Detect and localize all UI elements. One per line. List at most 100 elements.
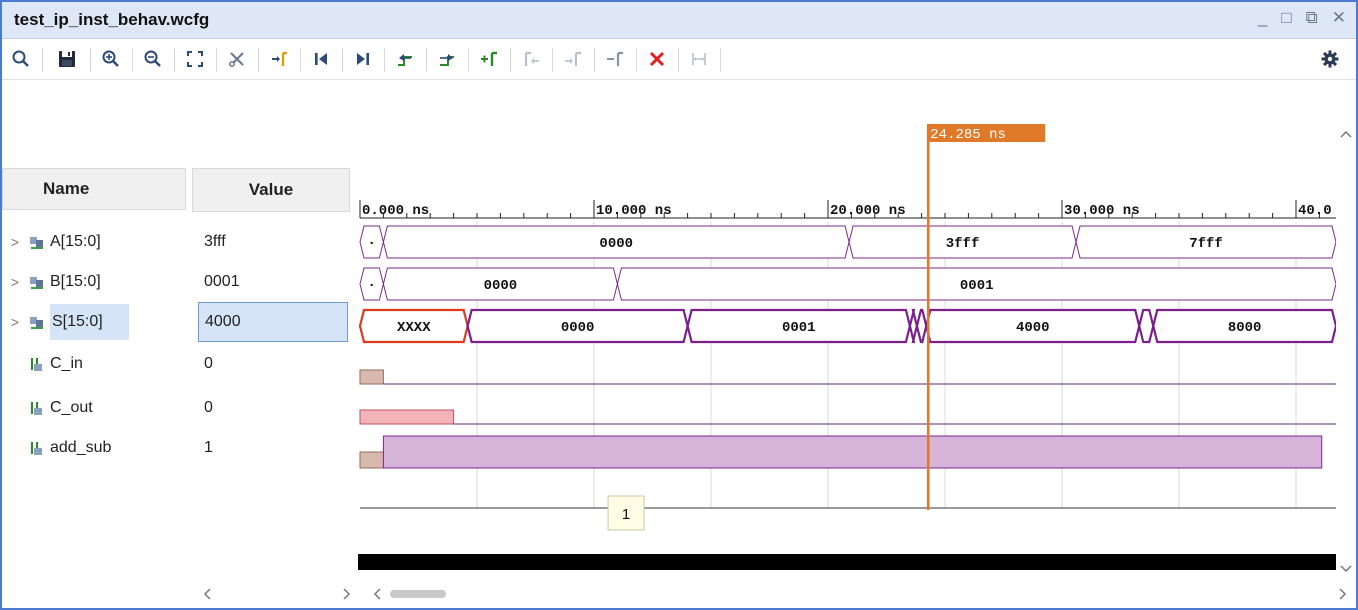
chevron-right-icon[interactable]: > (2, 234, 28, 250)
add-sub-high-region (382, 435, 1323, 469)
ruler-tick-label: 10.000 ns (596, 203, 672, 219)
bus-signal-icon (28, 234, 46, 250)
names-scroll-right-icon[interactable] (343, 588, 351, 600)
bus-value-label: 3fff (946, 236, 980, 252)
signal-name-cell[interactable]: > A[15:0] (2, 222, 188, 262)
save-icon[interactable] (54, 39, 80, 79)
signal-value-cell: 1 (204, 439, 213, 456)
ruler-tick-label: 40.0 (1298, 203, 1332, 219)
delete-all-icon[interactable] (644, 39, 670, 79)
go-to-end-icon[interactable] (350, 39, 376, 79)
signal-value-cell: 0001 (204, 273, 240, 290)
add-sub-initial-region (359, 451, 384, 469)
swap-cursors-icon[interactable] (686, 39, 712, 79)
next-marker-icon[interactable] (560, 39, 586, 79)
bus-value-label: 0001 (782, 320, 816, 336)
zoom-out-icon[interactable] (140, 39, 166, 79)
search-icon[interactable] (8, 39, 34, 79)
cut-marker-icon[interactable] (224, 39, 250, 79)
signal-name-label: S[15:0] (50, 304, 129, 340)
signal-name-cell[interactable]: C_out (2, 388, 188, 428)
waveform-window: test_ip_inst_behav.wcfg _ □ ⧉ ✕ Name Val… (0, 0, 1358, 610)
toolbar-separator (216, 48, 217, 72)
minimize-button[interactable]: _ (1258, 8, 1267, 28)
toolbar-separator (342, 48, 343, 72)
name-column-header[interactable]: Name (2, 168, 186, 210)
value-column-header[interactable]: Value (192, 168, 350, 212)
toolbar-separator (384, 48, 385, 72)
name-header-label: Name (43, 179, 90, 198)
signal-row[interactable]: add_sub 1 (2, 428, 354, 468)
toolbar-separator (594, 48, 595, 72)
signal-value-cell: 4000 (198, 302, 348, 342)
signal-row[interactable]: > A[15:0] 3fff (2, 222, 354, 262)
signal-value-cell: 3fff (204, 233, 226, 250)
toolbar-separator (510, 48, 511, 72)
chevron-right-icon[interactable]: > (2, 314, 28, 330)
maximize-button[interactable]: □ (1281, 8, 1291, 28)
zoom-in-icon[interactable] (98, 39, 124, 79)
go-to-start-icon[interactable] (308, 39, 334, 79)
names-scroll-left-icon[interactable] (203, 588, 211, 600)
go-to-cursor-icon[interactable] (266, 39, 292, 79)
signal-name-cell[interactable]: add_sub (2, 428, 188, 468)
toolbar-separator (258, 48, 259, 72)
remove-marker-icon[interactable] (602, 39, 628, 79)
toolbar-separator (720, 48, 721, 72)
bus-segment (915, 308, 928, 344)
ruler-tick-label: 20.000 ns (830, 203, 906, 219)
c-out-initial-region (359, 409, 455, 425)
waveform-area[interactable]: 0.000 ns 10.000 ns 20.000 ns 30.000 ns 40.0 ·… (354, 80, 1336, 570)
waveform-canvas: 0.000 ns 10.000 ns 20.000 ns 30.000 ns 40.0 ·… (358, 124, 1336, 570)
wave-scroll-left-icon[interactable] (373, 588, 381, 600)
signal-row[interactable]: > B[15:0] 0001 (2, 262, 354, 302)
tooltip-text: 1 (622, 506, 630, 523)
previous-transition-icon[interactable] (392, 39, 418, 79)
bus-signal-icon (28, 274, 46, 290)
signal-row[interactable]: C_out 0 (2, 388, 354, 428)
signal-name-cell[interactable]: > S[15:0] (2, 302, 188, 342)
window-title: test_ip_inst_behav.wcfg (14, 10, 210, 29)
toolbar-separator (174, 48, 175, 72)
zoom-fit-icon[interactable] (182, 39, 208, 79)
bus-value-label: 0001 (960, 278, 994, 294)
toolbar-separator (42, 48, 43, 72)
previous-marker-icon[interactable] (518, 39, 544, 79)
c-in-initial-region (359, 369, 384, 385)
toolbar (2, 39, 1356, 80)
close-button[interactable]: ✕ (1332, 8, 1346, 28)
signal-name-cell[interactable]: > B[15:0] (2, 262, 188, 302)
toolbar-separator (636, 48, 637, 72)
signal-name-label: B[15:0] (50, 273, 101, 290)
overview-bar (358, 554, 1336, 570)
toolbar-separator (678, 48, 679, 72)
signal-name-cell[interactable]: C_in (2, 344, 188, 384)
title-bar: test_ip_inst_behav.wcfg _ □ ⧉ ✕ (2, 2, 1356, 39)
window-controls: _ □ ⧉ ✕ (1258, 8, 1346, 28)
next-transition-icon[interactable] (434, 39, 460, 79)
signal-name-label: A[15:0] (50, 233, 101, 250)
wave-scroll-right-icon[interactable] (1339, 588, 1347, 600)
signal-row[interactable]: C_in 0 (2, 344, 354, 384)
wave-scroll-thumb[interactable] (390, 590, 446, 598)
horizontal-scrollbar[interactable] (2, 580, 1356, 608)
add-marker-icon[interactable] (476, 39, 502, 79)
bus-signal-icon (28, 314, 46, 330)
toolbar-separator (132, 48, 133, 72)
bus-value-label: 0000 (561, 320, 595, 336)
signal-row[interactable]: > S[15:0] 4000 (2, 302, 354, 342)
ruler-tick-label: 0.000 ns (362, 203, 429, 219)
gear-icon[interactable] (1316, 39, 1344, 79)
chevron-right-icon[interactable]: > (2, 274, 28, 290)
toolbar-separator (552, 48, 553, 72)
signal-name-label: add_sub (50, 439, 112, 456)
signal-value-cell: 0 (204, 355, 213, 372)
bus-value-label: XXXX (397, 320, 431, 336)
bus-value-label: 0000 (599, 236, 633, 252)
bus-value-label: · (367, 278, 375, 294)
bus-value-label: 7fff (1189, 236, 1223, 252)
restore-button[interactable]: ⧉ (1306, 8, 1318, 28)
bit-signal-icon (28, 356, 46, 372)
vertical-scrollbar[interactable] (1336, 80, 1356, 580)
toolbar-separator (300, 48, 301, 72)
